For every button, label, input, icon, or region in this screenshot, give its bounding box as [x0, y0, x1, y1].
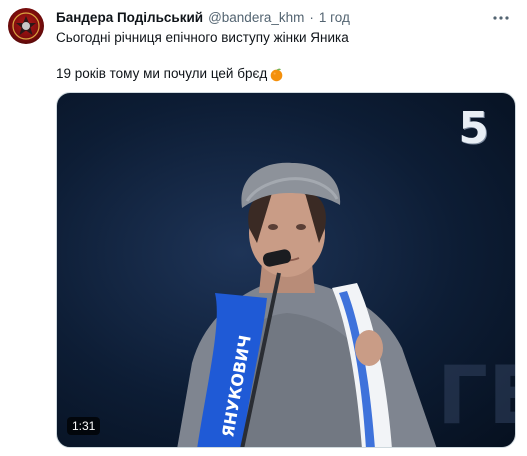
author-handle[interactable]: @bandera_khm — [208, 9, 304, 27]
tweet-text-line-1: Сьогодні річниця епічного виступу жінки … — [56, 30, 349, 45]
avatar-emblem-icon — [12, 12, 40, 40]
timestamp[interactable]: 1 год — [319, 9, 350, 27]
video-duration-badge: 1:31 — [67, 417, 101, 435]
tweet-header: Бандера Подільський @bandera_khm · 1 год — [56, 9, 350, 27]
orange-fruit-icon — [269, 67, 284, 82]
separator-dot: · — [309, 10, 314, 25]
channel-logo: 5 — [458, 103, 489, 154]
video-player[interactable]: ГЕ ЯНУКОВИЧ — [56, 92, 516, 448]
tweet-text-line-2: 19 років тому ми почули цей брєд — [56, 65, 284, 83]
avatar[interactable] — [8, 8, 44, 44]
background-stage-letters: ГЕ — [437, 349, 516, 442]
tweet[interactable]: Бандера Подільський @bandera_khm · 1 год… — [0, 0, 527, 456]
tweet-text-line-2-content: 19 років тому ми почули цей брєд — [56, 66, 268, 81]
video-frame: ГЕ ЯНУКОВИЧ — [177, 162, 516, 447]
more-options-button[interactable] — [489, 8, 513, 28]
person-hand — [355, 330, 383, 366]
more-horizontal-icon — [493, 16, 509, 20]
author-name[interactable]: Бандера Подільський — [56, 9, 203, 27]
